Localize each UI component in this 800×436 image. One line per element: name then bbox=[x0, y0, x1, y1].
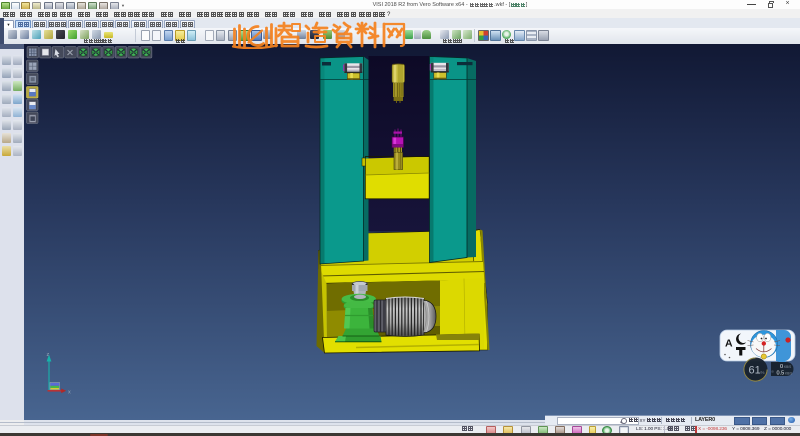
svg-text:x: x bbox=[68, 390, 71, 396]
svg-text:0.5: 0.5 bbox=[777, 371, 785, 377]
svg-text:0: 0 bbox=[780, 364, 783, 370]
svg-text:%: % bbox=[761, 370, 765, 375]
svg-text:A: A bbox=[725, 338, 733, 350]
svg-text:KB/S: KB/S bbox=[785, 372, 792, 376]
svg-text:z: z bbox=[47, 352, 50, 358]
svg-text:61: 61 bbox=[749, 365, 761, 377]
svg-text:KB/S: KB/S bbox=[784, 365, 791, 369]
